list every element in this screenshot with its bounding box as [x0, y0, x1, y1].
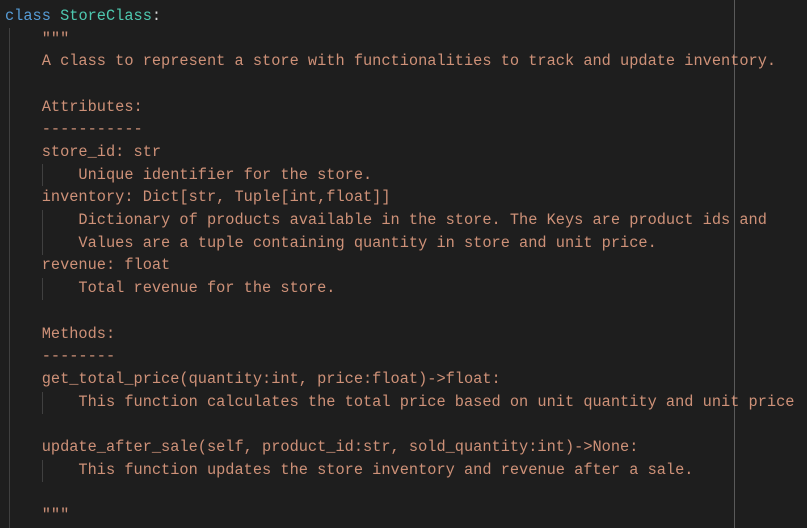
code-line: Values are a tuple containing quantity i…	[5, 233, 657, 252]
code-line: This function calculates the total price…	[5, 392, 795, 411]
code-line: Unique identifier for the store.	[5, 165, 373, 184]
code-line: Methods:	[5, 324, 116, 343]
code-line: This function updates the store inventor…	[5, 460, 694, 479]
code-line: get_total_price(quantity:int, price:floa…	[5, 369, 501, 388]
code-line: """	[5, 505, 70, 524]
code-line: Total revenue for the store.	[5, 279, 336, 298]
code-editor[interactable]: class StoreClass: """ A class to represe…	[0, 0, 807, 528]
code-line: --------	[5, 347, 116, 366]
code-line: inventory: Dict[str, Tuple[int,float]]	[5, 188, 391, 207]
code-line: store_id: str	[5, 143, 162, 162]
code-line: Attributes:	[5, 97, 143, 116]
code-line: -----------	[5, 120, 143, 139]
code-line: update_after_sale(self, product_id:str, …	[5, 437, 639, 456]
class-name: StoreClass	[60, 7, 152, 25]
code-line: A class to represent a store with functi…	[5, 52, 777, 71]
column-ruler	[734, 0, 735, 528]
code-line: """	[5, 29, 70, 48]
keyword: class	[5, 7, 51, 25]
code-line: revenue: float	[5, 256, 171, 275]
code-line-class-def: class StoreClass:	[5, 5, 161, 28]
code-line: Dictionary of products available in the …	[5, 211, 767, 230]
colon: :	[151, 7, 162, 25]
